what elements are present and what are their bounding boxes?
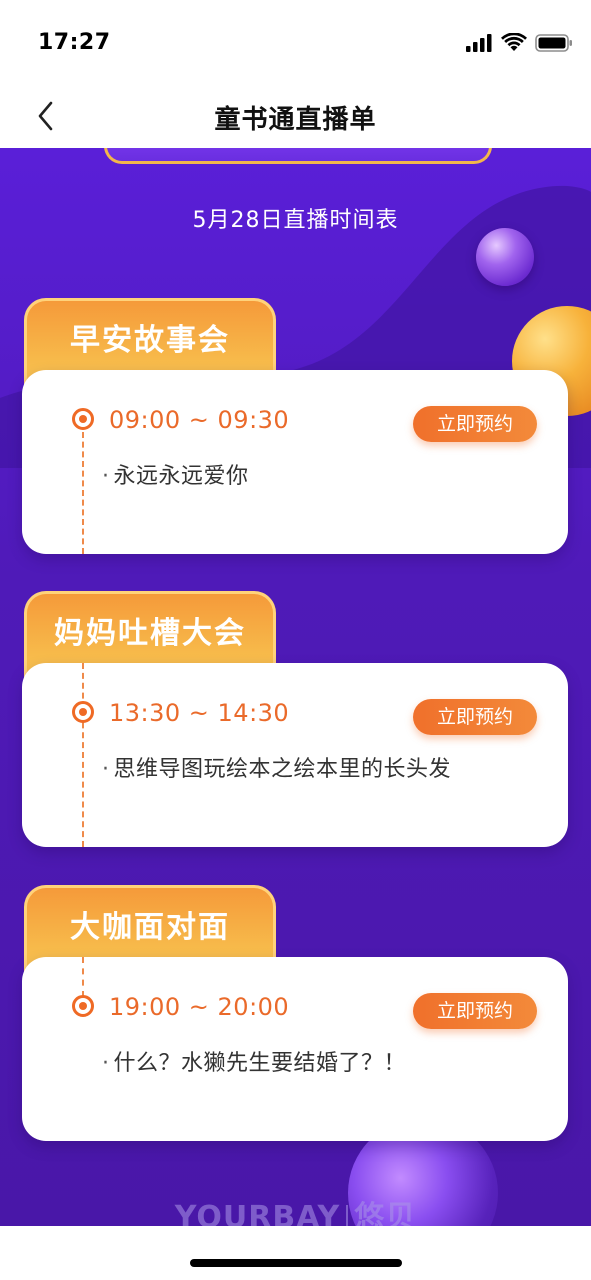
book-now-button[interactable]: 立即预约 [413,406,537,442]
timeline-line [82,432,84,554]
program-title-text: 什么？水獭先生要结婚了？！ [113,1051,407,1076]
status-time: 17:27 [38,30,111,55]
bullet-icon: · [102,1051,110,1076]
timeline-dot-icon [72,701,94,723]
timeline-line [82,663,84,847]
session-tab-label: 妈妈吐槽大会 [54,616,246,651]
timeline-line [82,957,84,997]
nav-bar: 童书通直播单 [0,88,591,148]
session-tab-label: 大咖面对面 [70,910,230,945]
book-now-button[interactable]: 立即预约 [413,699,537,735]
status-icons [465,31,573,55]
timeline-dot-icon [72,995,94,1017]
status-bar: 17:27 [0,0,591,88]
timeline-dot-icon [72,408,94,430]
bullet-icon: · [102,757,110,782]
program-title-text: 永远永远爱你 [113,464,249,489]
wifi-icon [501,33,527,51]
session-card: 13:30 ~ 14:30 立即预约 · 思维导图玩绘本之绘本里的长头发 [22,663,568,847]
bullet-icon: · [102,464,110,489]
signal-icon [466,34,492,52]
brand-logo-chinese: 悠贝 [354,1200,417,1226]
schedule-heading: 5月28日直播时间表 [192,208,399,233]
program-title-text: 思维导图玩绘本之绘本里的长头发 [113,757,452,782]
top-banner-decoration [104,148,492,164]
program-title: · 思维导图玩绘本之绘本里的长头发 [102,751,451,783]
time-range: 19:00 ~ 20:00 [109,993,290,1021]
session-card: 19:00 ~ 20:00 立即预约 · 什么？水獭先生要结婚了？！ [22,957,568,1141]
brand-separator [346,1205,349,1226]
brand-logo: YOURBAY 悠贝 [0,1192,591,1226]
session-block: 妈妈吐槽大会 13:30 ~ 14:30 立即预约 · 思维导图玩绘本之绘本里的长… [22,591,568,847]
book-now-button[interactable]: 立即预约 [413,993,537,1029]
session-block: 大咖面对面 19:00 ~ 20:00 立即预约 · 什么？水獭先生要结婚了？！ [22,885,568,1141]
battery-icon [535,34,572,52]
purple-bubble-decoration [476,228,534,286]
home-indicator[interactable] [190,1259,402,1267]
page-title: 童书通直播单 [214,105,377,135]
session-tab-label: 早安故事会 [70,323,230,358]
time-range: 09:00 ~ 09:30 [109,406,290,434]
session-block: 早安故事会 09:00 ~ 09:30 立即预约 · 永远永远爱你 [22,298,568,554]
session-card: 09:00 ~ 09:30 立即预约 · 永远永远爱你 [22,370,568,554]
schedule-page: 5月28日直播时间表 早安故事会 09:00 ~ 09:30 立即预约 · 永远永… [0,148,591,1226]
program-title: · 永远永远爱你 [102,458,249,490]
home-indicator-area [0,1226,591,1280]
program-title: · 什么？水獭先生要结婚了？！ [102,1045,406,1077]
time-range: 13:30 ~ 14:30 [109,699,290,727]
brand-logo-latin: YOURBAY [174,1200,341,1226]
